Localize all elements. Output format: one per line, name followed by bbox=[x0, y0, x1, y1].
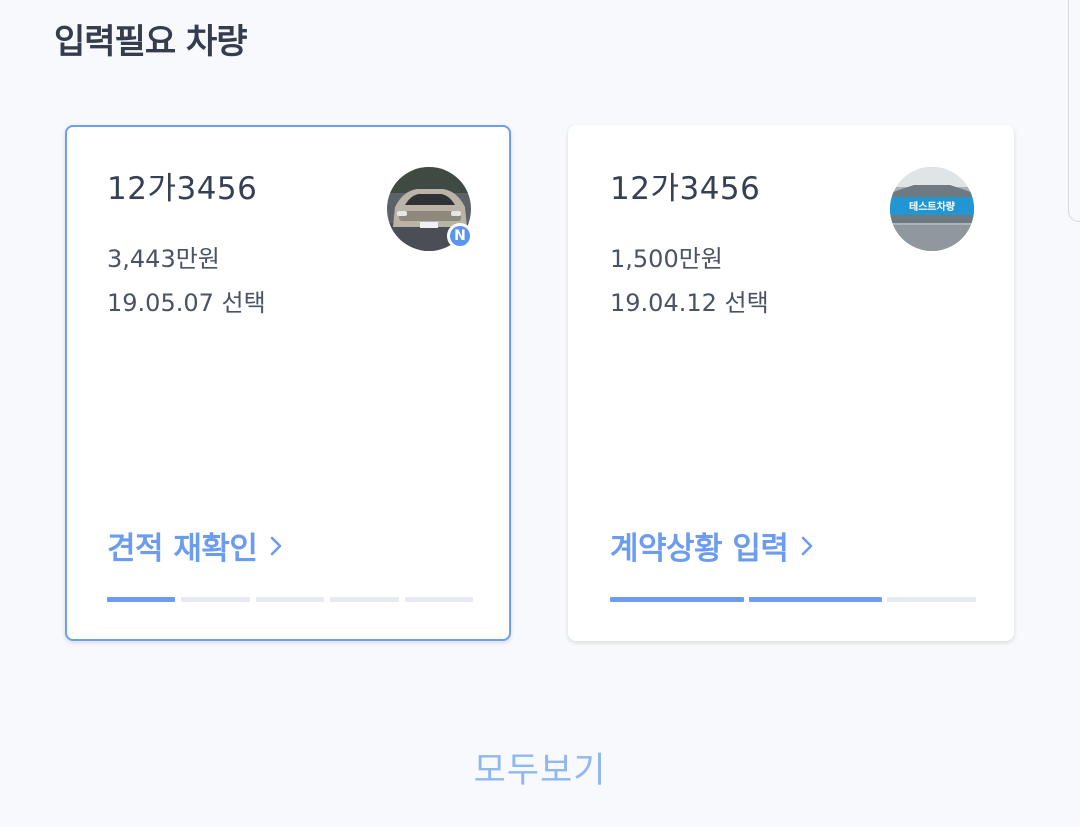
vehicle-card[interactable]: 12가3456 테스트차량 1,500만원 19.04.12 선택 계약상황 입… bbox=[568, 125, 1014, 641]
selected-date: 19.04.12 선택 bbox=[610, 289, 769, 317]
recheck-quote-link[interactable]: 견적 재확인 bbox=[107, 523, 283, 568]
enter-contract-status-link[interactable]: 계약상황 입력 bbox=[610, 523, 814, 568]
progress-bar bbox=[610, 597, 976, 602]
test-vehicle-tag: 테스트차량 bbox=[909, 200, 956, 213]
vehicle-thumbnail: 테스트차량 bbox=[890, 167, 974, 251]
progress-step bbox=[404, 597, 474, 602]
progress-step bbox=[255, 597, 325, 602]
plate-number: 12가3456 bbox=[107, 171, 258, 207]
new-badge: N bbox=[447, 223, 473, 249]
price: 3,443만원 bbox=[107, 245, 220, 273]
action-label: 견적 재확인 bbox=[107, 531, 258, 567]
side-panel-edge bbox=[1068, 0, 1080, 222]
progress-step-done bbox=[107, 597, 176, 602]
section-title: 입력필요 차량 bbox=[54, 22, 248, 62]
progress-step-done bbox=[610, 597, 744, 602]
progress-step-done bbox=[748, 597, 882, 602]
progress-step bbox=[181, 597, 250, 602]
see-all-link[interactable]: 모두보기 bbox=[0, 742, 1080, 793]
progress-step bbox=[330, 597, 399, 602]
vehicle-card[interactable]: 12가3456 N 3,443만원 19.05.07 선택 견적 재확인 bbox=[65, 125, 511, 641]
car-photo-icon: 테스트차량 bbox=[890, 167, 974, 251]
action-label: 계약상황 입력 bbox=[610, 531, 789, 567]
progress-bar bbox=[107, 597, 474, 602]
chevron-right-icon bbox=[271, 536, 282, 555]
plate-number: 12가3456 bbox=[610, 171, 761, 207]
chevron-right-icon bbox=[802, 536, 813, 555]
progress-step bbox=[887, 597, 976, 602]
selected-date: 19.05.07 선택 bbox=[107, 289, 266, 317]
price: 1,500만원 bbox=[610, 245, 723, 273]
vehicle-thumbnail: N bbox=[387, 167, 473, 251]
